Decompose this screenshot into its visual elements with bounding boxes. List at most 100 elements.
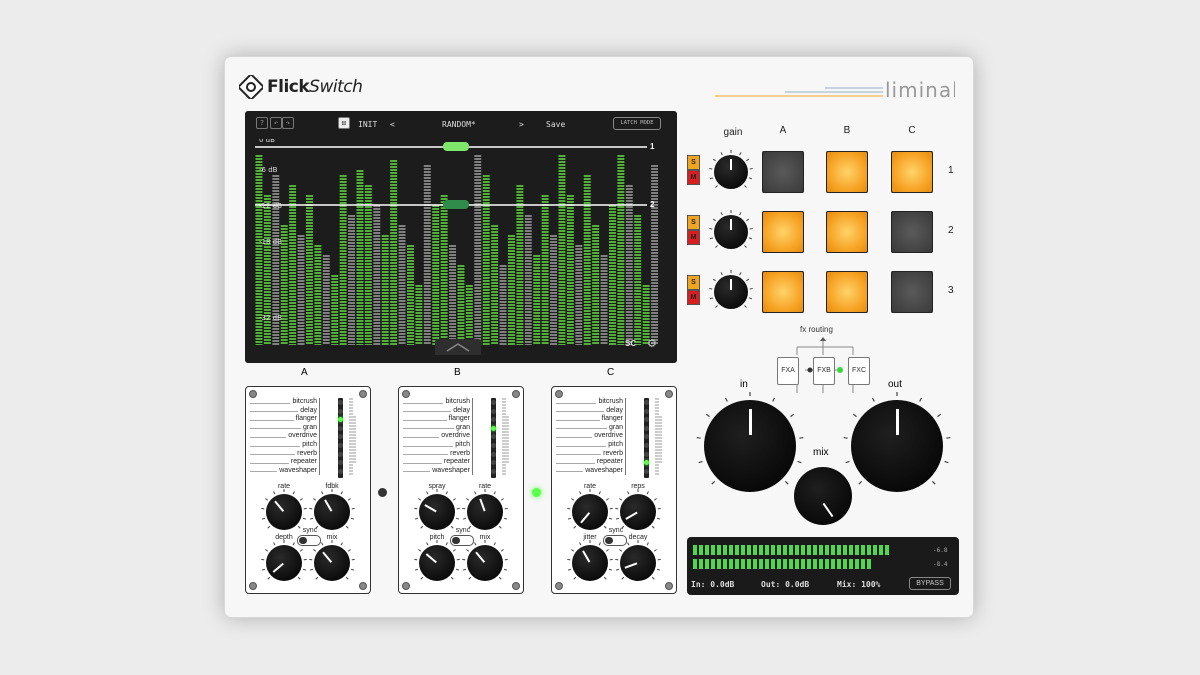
effect-item[interactable]: waveshaper	[250, 466, 320, 476]
fx-pad-c3[interactable]	[891, 271, 933, 313]
redo-button[interactable]: ↷	[282, 117, 294, 129]
in-knob[interactable]	[704, 400, 796, 492]
effect-item[interactable]: repeater	[556, 458, 626, 467]
fx-parameter-knob[interactable]	[314, 545, 350, 581]
solo-button-1[interactable]: S	[687, 155, 700, 170]
settings-gear-icon[interactable]: ⚙	[647, 337, 657, 350]
fx-parameter-knob[interactable]	[620, 494, 656, 530]
fx-pad-b1[interactable]	[826, 151, 868, 193]
column-c-header: C	[908, 125, 916, 136]
lane-label: 2	[650, 200, 655, 209]
sync-toggle[interactable]	[297, 535, 321, 546]
effect-item[interactable]: waveshaper	[556, 466, 626, 476]
effect-led	[644, 468, 649, 474]
effect-item[interactable]: waveshaper	[403, 466, 473, 476]
db-label: -6 dB	[259, 166, 278, 174]
effect-led	[644, 425, 649, 431]
effect-item[interactable]: repeater	[403, 458, 473, 467]
effect-list: bitcrush delay flanger gran overdrive pitch re…	[403, 398, 473, 476]
effect-led	[491, 443, 496, 448]
effect-item[interactable]: flanger	[556, 415, 626, 424]
module-b-c-indicator-led	[532, 488, 541, 497]
effect-led	[491, 460, 496, 466]
init-button[interactable]: INIT	[358, 120, 377, 129]
effect-item[interactable]: delay	[403, 406, 473, 416]
mute-button-3[interactable]: M	[687, 290, 700, 305]
fx-pad-a1[interactable]	[762, 151, 804, 193]
bypass-button[interactable]: BYPASS	[909, 577, 951, 590]
fx-c-slot[interactable]: FXC	[848, 357, 870, 385]
collapse-handle[interactable]	[435, 339, 481, 355]
effect-item[interactable]: bitcrush	[403, 398, 473, 407]
effect-item[interactable]: overdrive	[556, 432, 626, 441]
save-button[interactable]: Save	[546, 120, 565, 129]
sync-toggle[interactable]	[450, 535, 474, 546]
help-button[interactable]: ?	[256, 117, 268, 129]
gain-knob-3[interactable]	[714, 275, 748, 309]
effect-item[interactable]: bitcrush	[556, 398, 626, 407]
out-knob[interactable]	[851, 400, 943, 492]
effect-item[interactable]: pitch	[250, 440, 320, 450]
mute-button-2[interactable]: M	[687, 230, 700, 245]
effect-item[interactable]: pitch	[556, 440, 626, 450]
in-label: in	[740, 379, 748, 390]
effect-item[interactable]: overdrive	[403, 432, 473, 441]
fx-parameter-knob[interactable]	[419, 494, 455, 530]
effect-item[interactable]: delay	[556, 406, 626, 416]
undo-button[interactable]: ↶	[270, 117, 282, 129]
screw-icon	[665, 582, 673, 590]
latch-mode-button[interactable]: LATCH MODE	[613, 117, 661, 130]
gain-knob-2[interactable]	[714, 215, 748, 249]
fx-pad-b3[interactable]	[826, 271, 868, 313]
db-label: -12 dB	[259, 202, 282, 210]
preset-name[interactable]: RANDOM*	[442, 120, 476, 129]
fx-parameter-knob[interactable]	[620, 545, 656, 581]
effect-scale	[655, 398, 662, 475]
next-preset-button[interactable]: >	[519, 120, 524, 129]
mix-level-text: Mix: 100%	[837, 580, 881, 589]
effect-item[interactable]: bitcrush	[250, 398, 320, 407]
fx-pad-b2[interactable]	[826, 211, 868, 253]
dice-icon[interactable]: ⚄	[338, 117, 350, 129]
effect-item[interactable]: repeater	[250, 458, 320, 467]
liminal-logo: liminal	[715, 78, 955, 101]
fx-parameter-knob[interactable]	[467, 494, 503, 530]
effect-item[interactable]: pitch	[403, 440, 473, 450]
mute-button-1[interactable]: M	[687, 170, 700, 185]
solo-button-3[interactable]: S	[687, 275, 700, 290]
sequencer-display: ? ↶ ↷ ⚄ INIT < RANDOM* > Save LATCH MODE…	[245, 111, 677, 363]
fx-parameter-knob[interactable]	[266, 494, 302, 530]
fx-parameter-knob[interactable]	[467, 545, 503, 581]
effect-led	[491, 408, 496, 414]
effect-item[interactable]: flanger	[403, 415, 473, 424]
fx-parameter-knob[interactable]	[572, 494, 608, 530]
effect-item[interactable]: flanger	[250, 415, 320, 424]
fx-b-slot[interactable]: FXB	[813, 357, 835, 385]
fx-parameter-knob[interactable]	[572, 545, 608, 581]
fx-parameter-knob[interactable]	[419, 545, 455, 581]
fx-pad-c2[interactable]	[891, 211, 933, 253]
solo-button-2[interactable]: S	[687, 215, 700, 230]
effect-item[interactable]: overdrive	[250, 432, 320, 441]
effect-item[interactable]: delay	[250, 406, 320, 416]
effect-item[interactable]: reverb	[403, 449, 473, 459]
gain-knob-1[interactable]	[714, 155, 748, 189]
fx-a-slot[interactable]: FXA	[777, 357, 799, 385]
sync-toggle[interactable]	[603, 535, 627, 546]
effect-item[interactable]: reverb	[556, 449, 626, 459]
fx-pad-a2[interactable]	[762, 211, 804, 253]
effect-led	[491, 425, 496, 431]
fx-parameter-knob[interactable]	[314, 494, 350, 530]
sidechain-button[interactable]: SC	[625, 339, 636, 348]
effect-item[interactable]: reverb	[250, 449, 320, 459]
row-number-2: 2	[948, 225, 954, 236]
fx-pad-a3[interactable]	[762, 271, 804, 313]
envelope-graph[interactable]: 0 dB -6 dB -12 dB -18 dB -32 dB 1 2	[255, 139, 659, 345]
effect-led	[644, 443, 649, 448]
fx-parameter-knob[interactable]	[266, 545, 302, 581]
mix-knob[interactable]	[794, 467, 852, 525]
effect-led	[644, 400, 649, 405]
fx-pad-c1[interactable]	[891, 151, 933, 193]
effect-scale	[502, 398, 509, 475]
prev-preset-button[interactable]: <	[390, 120, 395, 129]
